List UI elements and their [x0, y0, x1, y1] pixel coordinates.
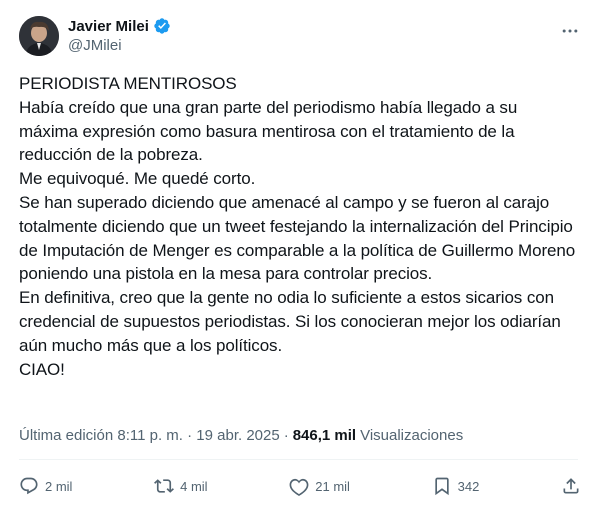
views-count: 846,1 mil [292, 426, 357, 444]
like-button[interactable]: 21 mil [289, 474, 350, 498]
tweet-text: PERIODISTA MENTIROSOS Había creído que u… [19, 74, 576, 379]
bookmark-icon [434, 477, 449, 496]
views-label: Visualizaciones [360, 426, 464, 444]
bookmark-count: 342 [457, 478, 480, 494]
reply-count: 2 mil [45, 478, 73, 494]
tweet-header: Javier Milei @JMilei [19, 14, 583, 58]
author-handle[interactable]: @JMilei [68, 36, 171, 56]
author-display-name[interactable]: Javier Milei [68, 18, 149, 35]
repost-button[interactable]: 4 mil [154, 474, 208, 498]
like-count: 21 mil [315, 478, 350, 494]
tweet-card: Javier Milei @JMilei PERIODISTA MENTIROS… [0, 0, 597, 514]
bookmark-button[interactable]: 342 [432, 474, 480, 498]
action-bar: 2 mil 4 mil 21 mil 342 [19, 474, 581, 498]
edited-timestamp[interactable]: Última edición 8:11 p. m. · 19 abr. 2025 [19, 427, 280, 444]
reply-button[interactable]: 2 mil [19, 474, 72, 498]
divider [19, 459, 578, 460]
repost-icon [154, 479, 175, 493]
meta-separator: · [283, 426, 289, 444]
author-names: Javier Milei @JMilei [68, 16, 171, 56]
verified-badge-icon [153, 17, 171, 35]
tweet-meta: Última edición 8:11 p. m. · 19 abr. 2025… [19, 425, 463, 445]
avatar-image [19, 16, 59, 56]
repost-count: 4 mil [180, 478, 208, 494]
more-options-icon[interactable] [559, 20, 581, 42]
share-button[interactable] [561, 474, 581, 498]
reply-icon [20, 477, 38, 495]
share-icon [563, 478, 579, 494]
heart-icon [289, 478, 309, 496]
avatar[interactable] [19, 16, 59, 56]
